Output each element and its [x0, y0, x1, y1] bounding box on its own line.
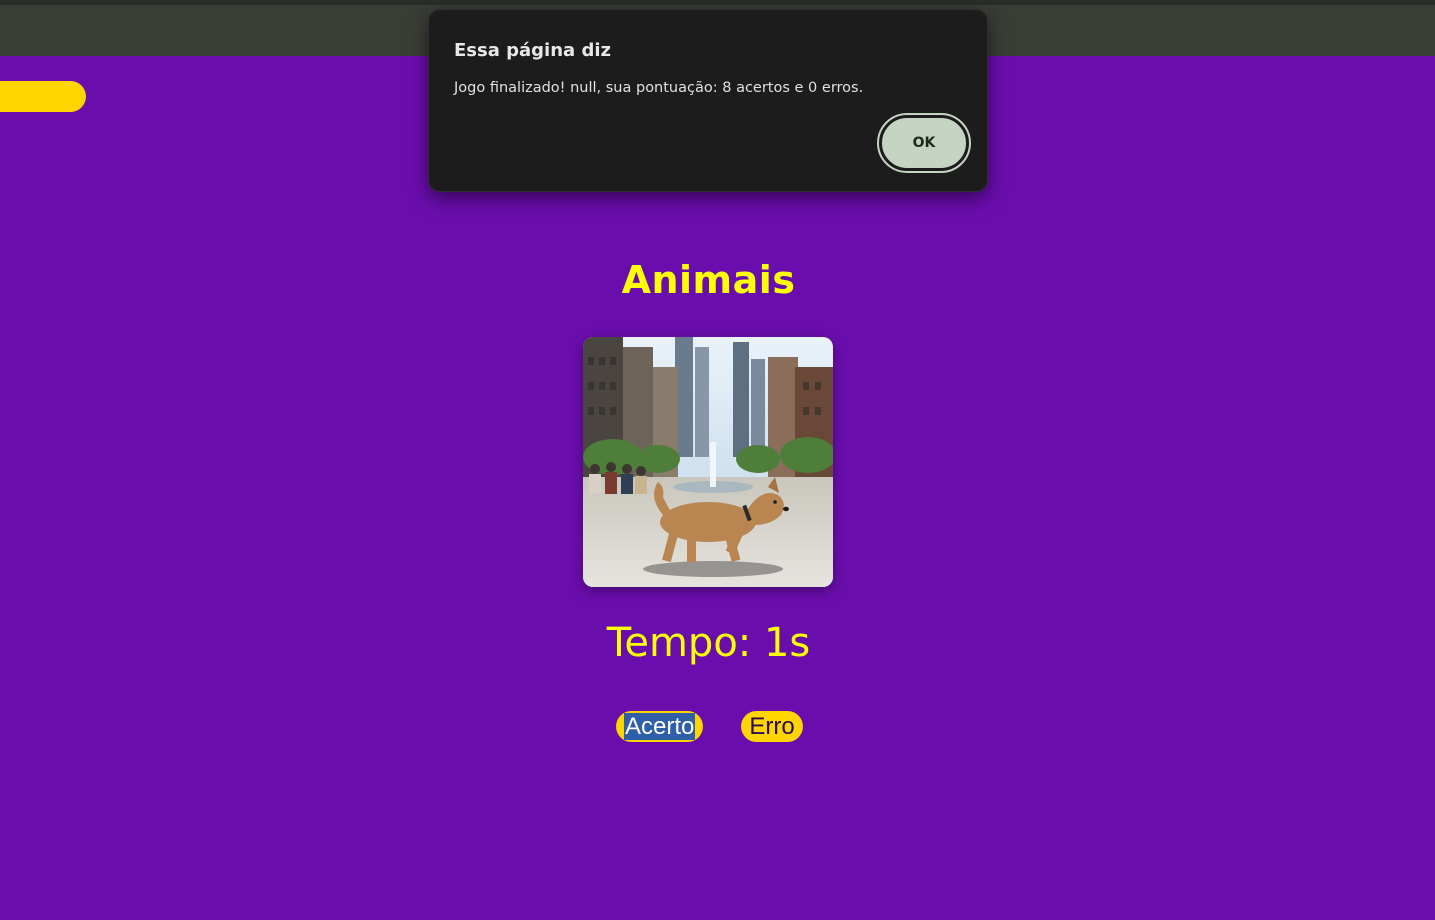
erro-button[interactable]: Erro	[741, 711, 803, 742]
dog-image	[583, 337, 833, 587]
acerto-button[interactable]: Acerto	[616, 711, 704, 742]
animal-photo	[583, 337, 833, 587]
dialog-title: Essa página diz	[454, 40, 611, 61]
timer-label: Tempo: 1s	[606, 620, 811, 666]
dialog-message: Jogo finalizado! null, sua pontuação: 8 …	[454, 80, 864, 96]
game-title: Animais	[621, 258, 796, 302]
acerto-label: Acerto	[624, 713, 696, 740]
answer-buttons: Acerto Erro	[616, 711, 803, 742]
partial-yellow-button[interactable]	[0, 81, 86, 112]
alert-dialog: Essa página diz Jogo finalizado! null, s…	[428, 9, 988, 192]
ok-button[interactable]: OK	[877, 113, 971, 173]
